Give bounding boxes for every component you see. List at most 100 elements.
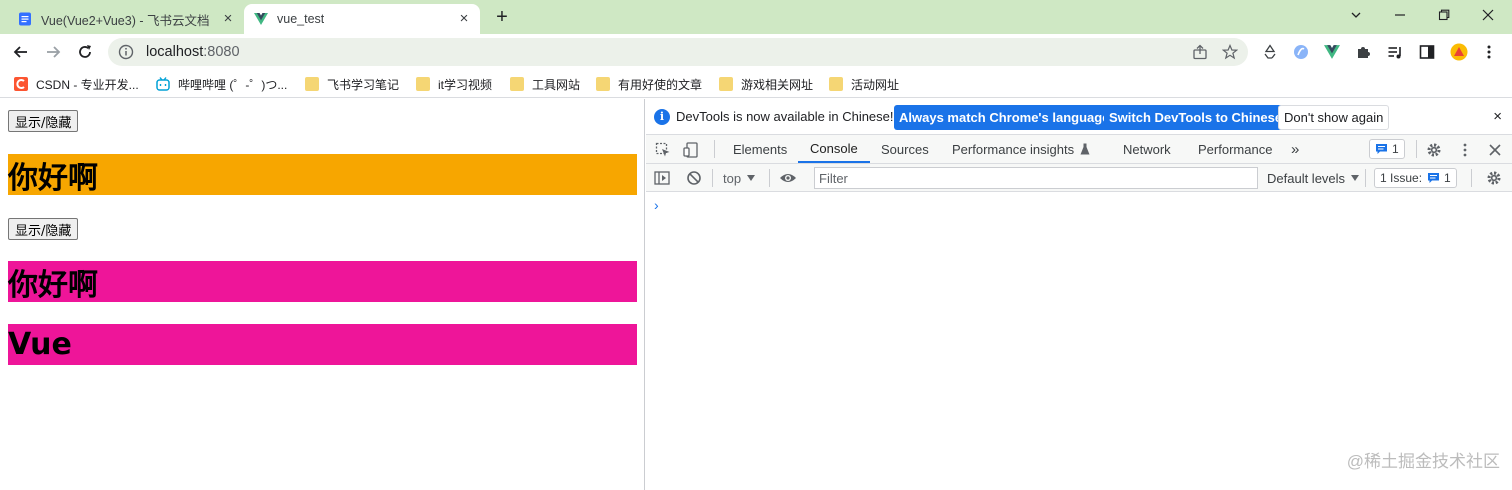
always-match-language-button[interactable]: Always match Chrome's language [894, 105, 1115, 130]
recycle-extension-icon[interactable] [1261, 43, 1279, 61]
heading-vue: Vue [8, 324, 637, 365]
url-host: localhost [146, 44, 204, 60]
close-icon [1489, 144, 1501, 156]
bookmark-folder-articles[interactable]: 有用好使的文章 [596, 75, 702, 93]
side-panel-icon[interactable] [1418, 43, 1436, 61]
separator [1471, 169, 1472, 187]
levels-label: Default levels [1267, 170, 1346, 186]
tab-search-button[interactable] [1334, 0, 1378, 30]
doc-icon [19, 12, 31, 26]
share-icon[interactable] [1192, 44, 1208, 60]
toggle-button-2[interactable]: 显示/隐藏 [8, 218, 79, 240]
folder-icon [416, 77, 430, 91]
tab-performance-insights[interactable]: Performance insights [952, 135, 1090, 163]
minimize-button[interactable] [1378, 0, 1422, 30]
new-tab-button[interactable]: + [490, 6, 514, 30]
gear-icon [1427, 143, 1441, 157]
browser-tab-vue-test[interactable]: vue_test × [244, 4, 480, 34]
clear-console-button[interactable] [686, 169, 702, 187]
customize-menu-button[interactable] [1456, 141, 1474, 159]
window-close-button[interactable] [1466, 0, 1510, 30]
tab-network[interactable]: Network [1123, 135, 1171, 163]
bookmark-folder-games[interactable]: 游戏相关网址 [719, 75, 813, 93]
infobar-close-button[interactable]: × [1493, 108, 1502, 125]
chrome-menu-icon[interactable] [1480, 43, 1498, 61]
tab-performance[interactable]: Performance [1198, 135, 1272, 163]
browser-tab-feishu[interactable]: Vue(Vue2+Vue3) - 飞书云文档 × [8, 4, 244, 34]
separator [769, 169, 770, 187]
folder-icon [719, 77, 733, 91]
bookmarks-bar: CSDN - 专业开发... 哔哩哔哩 (゜-゜)つ... 飞书学习笔记 it学… [0, 70, 1512, 98]
switch-to-chinese-button[interactable]: Switch DevTools to Chinese [1104, 105, 1288, 130]
folder-icon [305, 77, 319, 91]
star-icon[interactable] [1222, 44, 1238, 60]
console-toolbar: top Filter Default levels 1 Issue: 1 [646, 164, 1512, 192]
infobar-message: DevTools is now available in Chinese! [676, 109, 894, 124]
bookmark-bilibili[interactable]: 哔哩哔哩 (゜-゜)つ... [156, 75, 287, 93]
arrow-left-icon [13, 46, 27, 58]
reload-button[interactable] [72, 39, 98, 65]
vue-devtools-icon[interactable] [1323, 43, 1341, 61]
tab-elements[interactable]: Elements [733, 135, 787, 163]
log-levels-dropdown[interactable]: Default levels [1267, 169, 1360, 187]
tab-title: vue_test [277, 12, 325, 26]
watermark: @稀土掘金技术社区 [1346, 452, 1500, 471]
close-tab-button[interactable]: × [456, 11, 472, 27]
bookmark-label: 工具网站 [532, 77, 581, 92]
restore-button[interactable] [1422, 0, 1466, 30]
dont-show-again-button[interactable]: Don't show again [1278, 105, 1390, 130]
bookmark-folder-it-videos[interactable]: it学习视频 [416, 75, 492, 93]
bookmark-label: CSDN - 专业开发... [36, 77, 139, 92]
bookmark-csdn[interactable]: CSDN - 专业开发... [14, 75, 139, 93]
messages-badge[interactable]: 1 [1369, 139, 1405, 159]
console-prompt[interactable]: › [654, 197, 659, 213]
gear-icon [1487, 171, 1501, 185]
context-selector[interactable]: top [723, 169, 756, 187]
devtools-tabs-bar: Elements Console Sources Performance ins… [646, 135, 1512, 164]
toggle-button-1[interactable]: 显示/隐藏 [8, 110, 79, 132]
devtools-panel: i DevTools is now available in Chinese! … [646, 99, 1512, 490]
tab-sources[interactable]: Sources [881, 135, 929, 163]
bookmark-folder-tools[interactable]: 工具网站 [510, 75, 580, 93]
device-toolbar-icon[interactable] [682, 141, 700, 159]
settings-button[interactable] [1425, 141, 1443, 159]
more-tabs-button[interactable]: » [1291, 135, 1299, 163]
separator [1365, 169, 1366, 187]
tab-console[interactable]: Console [798, 135, 870, 163]
show-sidebar-button[interactable] [654, 169, 670, 187]
translate-extension-icon[interactable] [1292, 43, 1310, 61]
reload-icon [79, 45, 91, 58]
console-settings-button[interactable] [1486, 169, 1502, 187]
bilibili-icon [156, 77, 170, 91]
profile-avatar-icon[interactable] [1450, 43, 1468, 61]
message-icon [1428, 173, 1440, 183]
bookmark-label: 哔哩哔哩 (゜-゜)つ... [178, 77, 288, 92]
bookmark-folder-feishu-notes[interactable]: 飞书学习笔记 [305, 75, 399, 93]
live-expression-button[interactable] [779, 169, 797, 187]
close-tab-button[interactable]: × [220, 11, 236, 27]
address-bar[interactable]: localhost:8080 [108, 38, 1248, 66]
info-icon[interactable] [118, 44, 134, 60]
puzzle-icon[interactable] [1354, 43, 1372, 61]
message-icon [1376, 144, 1387, 154]
tab-title: Vue(Vue2+Vue3) - 飞书云文档 [41, 13, 210, 28]
messages-count: 1 [1392, 142, 1399, 156]
restore-icon [1438, 9, 1450, 21]
forward-button[interactable] [40, 39, 66, 65]
console-filter-input[interactable]: Filter [814, 167, 1258, 189]
back-button[interactable] [8, 39, 34, 65]
flask-icon [1080, 143, 1090, 155]
bookmark-folder-events[interactable]: 活动网址 [829, 75, 899, 93]
inspect-element-icon[interactable] [654, 141, 672, 159]
media-control-icon[interactable] [1386, 43, 1404, 61]
separator [1416, 140, 1417, 158]
folder-icon [829, 77, 843, 91]
separator [712, 169, 713, 187]
tab-strip: Vue(Vue2+Vue3) - 飞书云文档 × vue_test × + [0, 0, 1512, 34]
kebab-menu-icon [1463, 143, 1467, 157]
close-devtools-button[interactable] [1486, 141, 1504, 159]
tab-label: Performance insights [952, 141, 1075, 157]
browser-toolbar: localhost:8080 [0, 34, 1512, 70]
eye-icon [780, 174, 796, 182]
issues-badge[interactable]: 1 Issue: 1 [1374, 168, 1457, 188]
